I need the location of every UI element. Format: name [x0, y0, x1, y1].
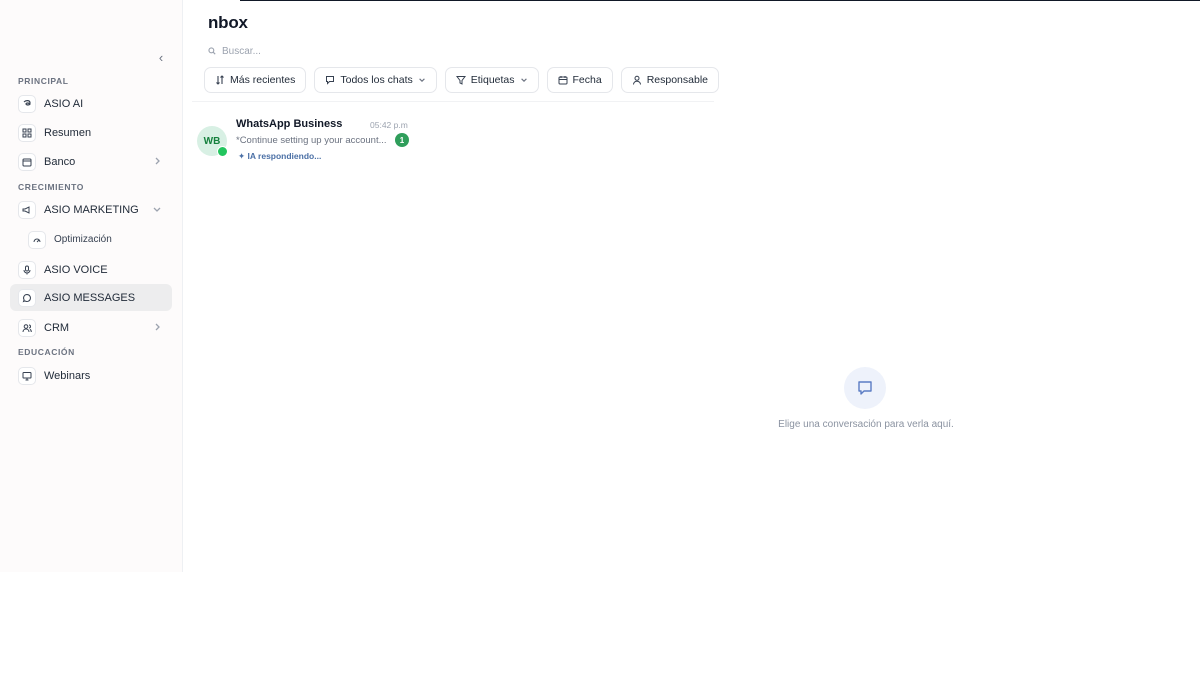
divider: [192, 101, 714, 102]
sidebar-item-asio-ai[interactable]: ASIO AI: [10, 90, 172, 117]
section-label-principal: PRINCIPAL: [18, 76, 69, 86]
assignee-filter-button[interactable]: Responsable: [620, 67, 719, 93]
sidebar-item-banco[interactable]: Banco: [10, 148, 172, 175]
sidebar-item-label: CRM: [44, 321, 70, 334]
filter-icon: [455, 76, 466, 85]
empty-state-text: Elige una conversación para verla aquí.: [778, 419, 954, 430]
ai-status: ✦ IA respondiendo...: [238, 151, 321, 162]
top-border: [240, 0, 1200, 1]
empty-chat-icon: [844, 367, 886, 409]
filter-label: Etiquetas: [470, 74, 515, 86]
chevron-right-icon[interactable]: [150, 154, 164, 168]
chevron-down-icon: [520, 78, 527, 82]
chevron-down-icon: [418, 78, 425, 82]
chevron-right-icon[interactable]: [150, 320, 164, 334]
section-label-educacion: EDUCACIÓN: [18, 347, 75, 357]
sidebar-item-label: Resumen: [44, 126, 92, 139]
filter-label: Todos los chats: [340, 74, 413, 86]
megaphone-icon: [18, 200, 36, 219]
sort-icon: [216, 75, 224, 85]
sidebar-item-label: ASIO VOICE: [44, 263, 108, 276]
sidebar-item-optimizacion[interactable]: Optimización: [20, 226, 172, 253]
ai-icon: [18, 94, 36, 113]
sidebar: ‹ PRINCIPAL ASIO AI Resumen Banco CRECIM…: [0, 0, 183, 572]
date-filter-button[interactable]: Fecha: [546, 67, 613, 93]
grid-icon: [18, 123, 36, 142]
sidebar-item-crm[interactable]: CRM: [10, 314, 172, 341]
page-title: nbox: [208, 13, 248, 32]
user-icon: [632, 75, 641, 85]
calendar-icon: [558, 76, 568, 85]
unread-badge: 1: [395, 133, 409, 147]
mic-icon: [18, 260, 36, 279]
collapse-sidebar-icon[interactable]: ‹: [153, 50, 169, 66]
message-icon: [18, 288, 36, 307]
whatsapp-badge-icon: [217, 146, 228, 157]
sidebar-item-label: ASIO MESSAGES: [44, 291, 136, 304]
sidebar-item-label: Webinars: [44, 369, 91, 382]
filter-label: Responsable: [646, 74, 708, 86]
monitor-icon: [18, 366, 36, 385]
conversation-item[interactable]: WB WhatsApp Business 05:42 p.m *Continue…: [194, 113, 416, 165]
sidebar-item-asio-voice[interactable]: ASIO VOICE: [10, 256, 172, 283]
wallet-icon: [18, 152, 36, 171]
sidebar-item-label: ASIO AI: [44, 97, 84, 110]
search-input[interactable]: [222, 45, 442, 57]
sort-recent-button[interactable]: Más recientes: [204, 67, 307, 93]
section-label-crecimiento: CRECIMIENTO: [18, 182, 84, 192]
sidebar-item-label: Optimización: [54, 234, 112, 245]
sidebar-item-webinars[interactable]: Webinars: [10, 362, 172, 389]
tags-dropdown[interactable]: Etiquetas: [444, 67, 539, 93]
chevron-down-icon[interactable]: [150, 202, 164, 216]
search-bar[interactable]: [208, 42, 468, 60]
search-icon: [208, 47, 216, 55]
filter-bar: Más recientes Todos los chats Etiquetas …: [204, 67, 719, 93]
sidebar-item-label: Banco: [44, 155, 76, 168]
users-icon: [18, 318, 36, 337]
conversation-time: 05:42 p.m: [370, 120, 408, 130]
sidebar-item-asio-marketing[interactable]: ASIO MARKETING: [10, 196, 172, 223]
all-chats-dropdown[interactable]: Todos los chats: [314, 67, 437, 93]
sidebar-item-asio-messages[interactable]: ASIO MESSAGES: [10, 284, 172, 311]
gauge-icon: [28, 230, 46, 249]
ai-status-text: IA respondiendo...: [247, 151, 322, 161]
conversation-name: WhatsApp Business: [236, 118, 343, 130]
conversation-preview: *Continue setting up your account...: [236, 135, 387, 146]
filter-label: Más recientes: [230, 74, 296, 86]
chat-icon: [326, 76, 335, 85]
sidebar-item-resumen[interactable]: Resumen: [10, 119, 172, 146]
sidebar-item-label: ASIO MARKETING: [44, 203, 139, 216]
filter-label: Fecha: [572, 74, 602, 86]
